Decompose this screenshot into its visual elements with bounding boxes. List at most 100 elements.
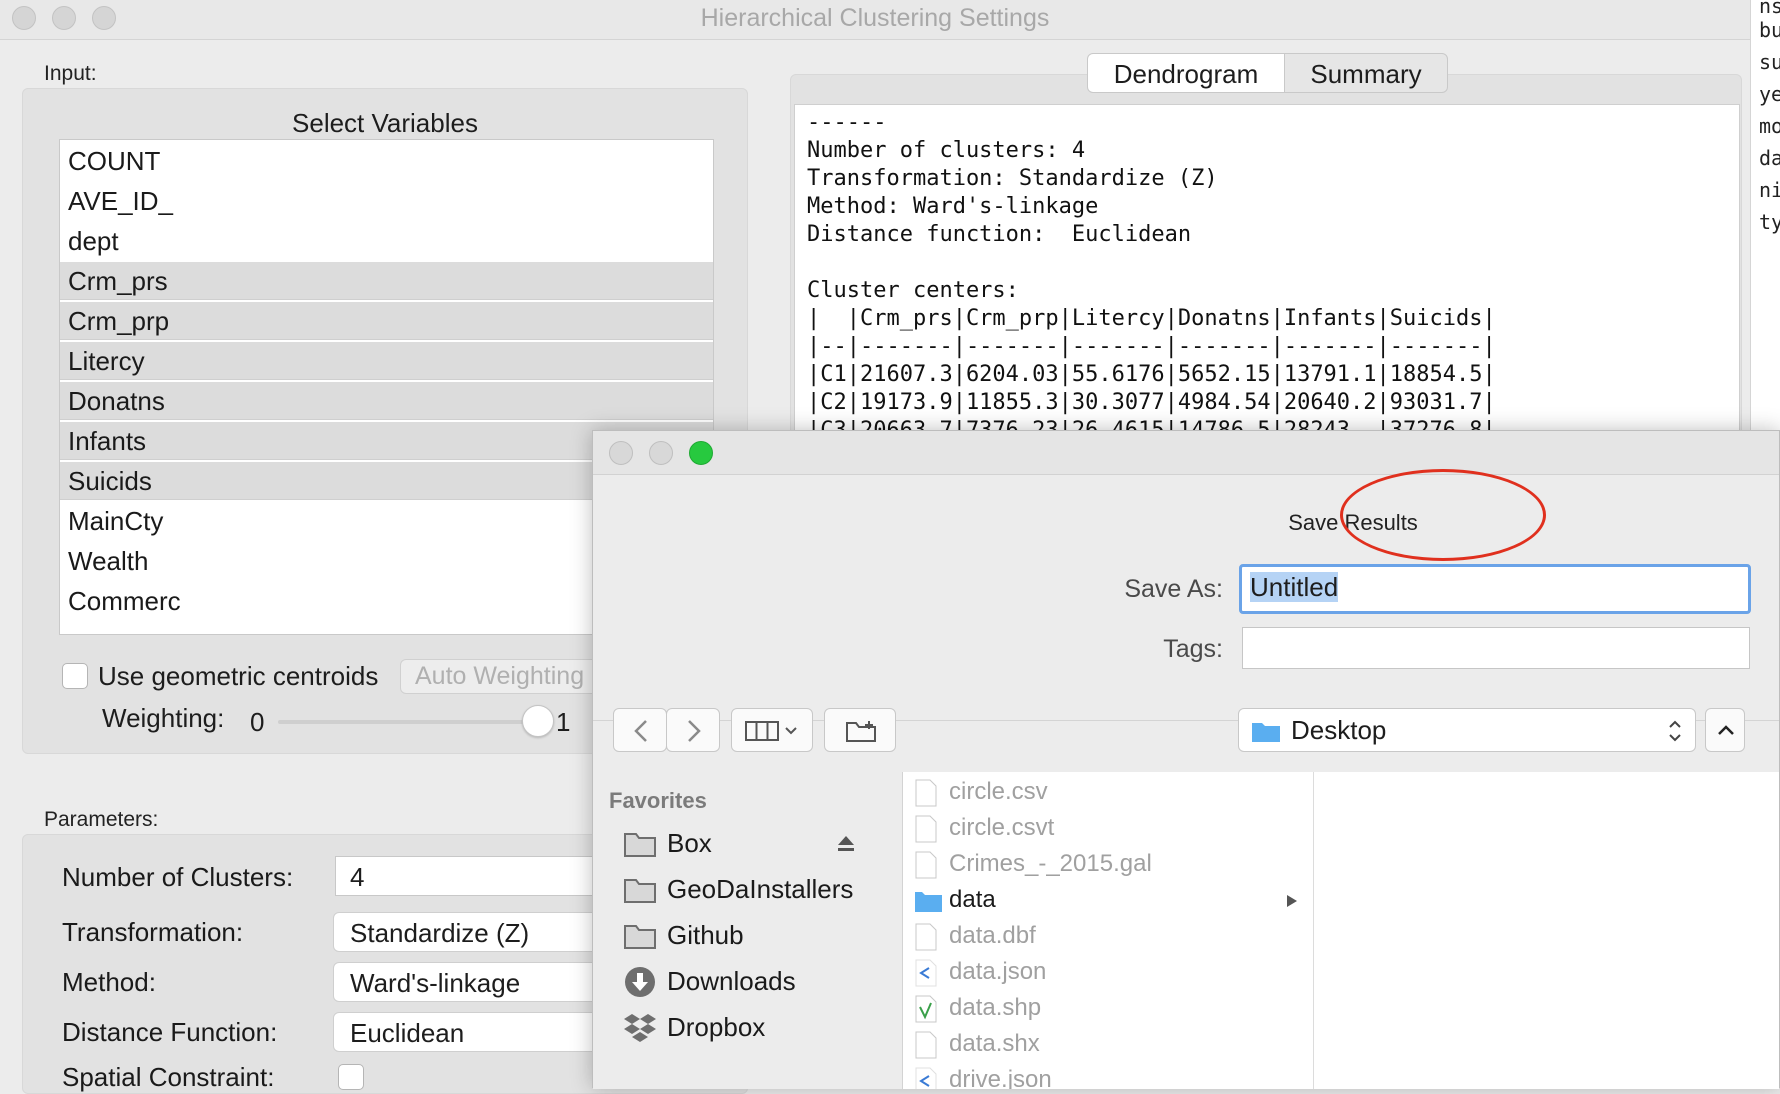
file-column: circle.csv circle.csvt Crimes_-_2015.gal… xyxy=(915,776,1311,1089)
file-name: data.dbf xyxy=(949,922,1036,949)
spatial-constraint-checkbox[interactable] xyxy=(338,1064,364,1090)
input-section-label: Input: xyxy=(44,62,97,85)
edge-text: ty xyxy=(1759,210,1780,234)
file-item[interactable]: circle.csv xyxy=(915,776,1311,810)
chevron-left-icon xyxy=(634,720,647,742)
file-item[interactable]: data.shp xyxy=(915,992,1311,1026)
window-title: Hierarchical Clustering Settings xyxy=(700,4,1050,32)
sidebar-item-box[interactable]: Box xyxy=(623,824,893,864)
sidebar-item-label: Downloads xyxy=(667,966,796,996)
file-item[interactable]: data.dbf xyxy=(915,920,1311,954)
favorites-header: Favorites xyxy=(609,788,707,813)
chevron-right-icon xyxy=(688,720,701,742)
sidebar-item-dropbox[interactable]: Dropbox xyxy=(623,1008,893,1048)
dialog-titlebar xyxy=(593,431,1779,475)
file-name: data xyxy=(949,886,996,913)
weighting-min-label: 0 xyxy=(250,707,265,737)
file-name: data.json xyxy=(949,958,1047,985)
tags-input[interactable] xyxy=(1242,627,1750,669)
sidebar-item-label: Box xyxy=(667,828,712,858)
columns-view-icon xyxy=(745,721,797,741)
file-name: circle.csv xyxy=(949,778,1048,805)
file-name: data.shx xyxy=(949,1030,1040,1057)
geometric-centroids-checkbox[interactable] xyxy=(62,663,88,689)
sidebar: Favorites Box GeoDaInstallers Github Dow… xyxy=(593,772,903,1089)
download-icon xyxy=(625,967,655,997)
spatial-constraint-label: Spatial Constraint: xyxy=(62,1062,275,1092)
summary-panel: ------ Number of clusters: 4 Transformat… xyxy=(794,104,1740,434)
folder-icon xyxy=(1252,723,1280,742)
location-popup[interactable]: Desktop xyxy=(1238,708,1696,752)
new-folder-icon xyxy=(846,721,876,742)
shapefile-icon xyxy=(915,995,937,1023)
folder-icon xyxy=(915,892,942,912)
view-options-button[interactable] xyxy=(731,708,813,752)
file-name: circle.csvt xyxy=(949,814,1055,841)
edge-text: ni xyxy=(1759,178,1780,202)
variable-item-selected[interactable]: Crm_prs xyxy=(60,262,713,300)
tab-dendrogram[interactable]: Dendrogram xyxy=(1087,53,1285,93)
variable-item[interactable]: COUNT xyxy=(60,142,713,180)
file-item[interactable]: Crimes_-_2015.gal xyxy=(915,848,1311,882)
file-item[interactable]: drive.json xyxy=(915,1064,1311,1089)
document-icon xyxy=(915,815,937,843)
sidebar-item-label: Dropbox xyxy=(667,1012,766,1042)
save-as-input[interactable]: Untitled xyxy=(1239,564,1751,614)
parameters-section-label: Parameters: xyxy=(44,808,159,831)
save-results-dialog: Save Results Save As: Untitled Tags: Des… xyxy=(592,430,1780,1089)
column-divider xyxy=(1313,772,1314,1089)
method-label: Method: xyxy=(62,967,156,997)
variable-item-selected[interactable]: Donatns xyxy=(60,382,713,420)
sidebar-item-geodainstallers[interactable]: GeoDaInstallers xyxy=(623,870,893,910)
weighting-label: Weighting: xyxy=(102,703,225,733)
select-variables-title: Select Variables xyxy=(292,108,478,138)
sidebar-item-downloads[interactable]: Downloads xyxy=(623,962,893,1002)
chevron-up-icon xyxy=(1718,725,1734,735)
document-icon xyxy=(915,923,937,951)
location-value: Desktop xyxy=(1291,715,1387,745)
code-file-icon xyxy=(915,959,937,987)
dropbox-icon xyxy=(624,1014,656,1042)
dialog-close-button[interactable] xyxy=(609,441,633,465)
folder-item-data[interactable]: data xyxy=(915,884,1311,918)
updown-chevron-icon xyxy=(1669,720,1681,742)
edge-text: bu xyxy=(1759,18,1780,42)
document-icon xyxy=(915,779,937,807)
dialog-zoom-button[interactable] xyxy=(689,441,713,465)
file-name: Crimes_-_2015.gal xyxy=(949,850,1152,877)
sidebar-item-github[interactable]: Github xyxy=(623,916,893,956)
folder-icon xyxy=(624,925,656,949)
sidebar-item-label: GeoDaInstallers xyxy=(667,874,854,904)
sidebar-item-label: Github xyxy=(667,920,744,950)
transformation-label: Transformation: xyxy=(62,917,244,947)
new-folder-button[interactable] xyxy=(824,708,896,752)
edge-text: su xyxy=(1759,50,1780,74)
geometric-centroids-label: Use geometric centroids xyxy=(98,661,379,691)
edge-text: ns xyxy=(1759,0,1780,18)
back-button[interactable] xyxy=(613,708,667,752)
collapse-button[interactable] xyxy=(1705,708,1745,752)
eject-icon[interactable] xyxy=(837,834,855,852)
weighting-max-label: 1 xyxy=(556,707,571,737)
variable-item-selected[interactable]: Crm_prp xyxy=(60,302,713,340)
weighting-slider-knob[interactable] xyxy=(522,705,554,737)
forward-button[interactable] xyxy=(666,708,720,752)
file-item[interactable]: circle.csvt xyxy=(915,812,1311,846)
dialog-minimize-button[interactable] xyxy=(649,441,673,465)
edge-text: ye xyxy=(1759,82,1780,106)
variable-item[interactable]: AVE_ID_ xyxy=(60,182,713,220)
edge-text: da xyxy=(1759,146,1780,170)
variable-item-selected[interactable]: Litercy xyxy=(60,342,713,380)
file-item[interactable]: data.shx xyxy=(915,1028,1311,1062)
folder-icon xyxy=(624,833,656,857)
document-icon xyxy=(915,1031,937,1059)
auto-weighting-button[interactable]: Auto Weighting xyxy=(400,659,600,694)
variable-item[interactable]: dept xyxy=(60,222,713,260)
tab-summary[interactable]: Summary xyxy=(1284,53,1448,93)
code-file-icon xyxy=(915,1067,937,1089)
file-item[interactable]: data.json xyxy=(915,956,1311,990)
summary-text: ------ Number of clusters: 4 Transformat… xyxy=(807,110,1496,434)
document-icon xyxy=(915,851,937,879)
weighting-slider-track[interactable] xyxy=(278,720,538,724)
folder-icon xyxy=(624,879,656,903)
